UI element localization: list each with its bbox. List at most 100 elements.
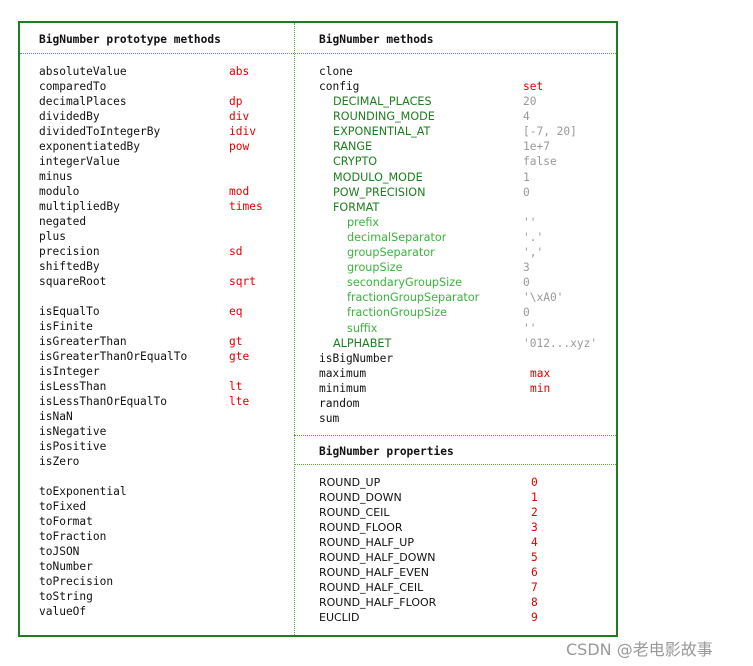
method-name: ROUNDING_MODE [333,110,435,124]
properties-title: BigNumber properties [319,445,454,458]
method-alias: max [530,366,551,380]
property-name: ROUND_HALF_FLOOR [319,596,437,609]
method-name: FORMAT [333,200,380,214]
method-name: POW_PRECISION [333,185,426,199]
method-alias: set [523,80,544,93]
config-default: ',' [523,246,544,259]
method-alias: gte [229,350,250,363]
method-alias: times [229,200,263,213]
method-name: MODULO_MODE [333,170,423,184]
method-name: integerValue [39,155,120,168]
config-default: 3 [523,261,530,275]
watermark: CSDN @老电影故事 [566,640,713,659]
property-name: ROUND_CEIL [319,506,390,519]
method-name: isInteger [39,365,100,378]
property-name: ROUND_FLOOR [319,521,403,534]
methods-title: BigNumber methods [319,33,434,46]
method-name: DECIMAL_PLACES [333,95,432,108]
method-name: negated [39,215,87,228]
method-name: decimalSeparator [347,230,447,244]
method-alias: abs [229,65,250,78]
method-name: comparedTo [39,80,107,93]
method-name: shiftedBy [39,260,100,273]
method-alias: div [229,110,250,123]
method-name: dividedToIntegerBy [39,125,161,138]
property-value: 4 [531,536,538,549]
property-value: 8 [531,596,538,609]
method-name: clone [319,65,353,78]
method-name: decimalPlaces [39,95,127,108]
config-default: '012...xyz' [523,336,598,350]
config-default: 0 [523,276,530,290]
method-name: toJSON [39,545,80,558]
method-name: squareRoot [39,275,107,288]
header-divider [20,53,616,54]
column-divider [294,23,295,635]
properties-top-divider [294,435,616,436]
property-name: ROUND_DOWN [319,491,402,504]
method-name: absoluteValue [39,65,127,78]
config-default: '\xA0' [523,291,564,305]
method-name: config [319,80,360,93]
config-default: 0 [523,185,530,199]
properties-header-divider [294,464,616,465]
method-name: isFinite [39,320,93,333]
method-name: isBigNumber [319,351,394,365]
method-alias: lte [229,395,250,408]
method-name: prefix [347,215,380,229]
method-name: isNegative [39,425,107,438]
config-default: '' [523,321,537,335]
property-name: ROUND_HALF_UP [319,536,414,549]
method-alias: sqrt [229,275,256,288]
method-name: RANGE [333,140,373,154]
config-default: [-7, 20] [523,125,577,139]
method-name: exponentiatedBy [39,140,141,153]
property-value: 6 [531,566,538,579]
method-name: isLessThanOrEqualTo [39,395,167,408]
method-name: dividedBy [39,110,100,123]
method-name: toPrecision [39,575,114,588]
method-name: isGreaterThanOrEqualTo [39,350,188,363]
method-name: suffix [347,321,378,335]
method-alias: idiv [229,125,256,138]
method-name: isLessThan [39,380,107,393]
method-name: EXPONENTIAL_AT [333,125,431,139]
method-name: groupSeparator [347,246,435,259]
method-alias: min [530,381,551,395]
method-name: groupSize [347,261,403,275]
property-name: EUCLID [319,611,360,624]
config-default: false [523,155,557,169]
property-value: 0 [531,476,538,489]
method-name: toFraction [39,530,107,543]
config-default: '.' [523,230,544,244]
method-name: toFixed [39,500,87,513]
method-name: minus [39,170,73,183]
property-value: 1 [531,491,538,504]
property-value: 9 [531,611,538,624]
api-reference-table: BigNumber prototype methods BigNumber me… [18,21,618,637]
method-alias: pow [229,140,250,153]
method-name: toExponential [39,485,127,498]
method-name: toString [39,590,93,603]
property-value: 2 [531,506,538,519]
config-default: 0 [523,306,530,320]
property-name: ROUND_HALF_DOWN [319,551,436,564]
method-name: isGreaterThan [39,335,127,348]
method-alias: dp [229,95,243,108]
method-name: precision [39,245,100,258]
method-name: valueOf [39,605,87,618]
method-name: CRYPTO [333,155,378,169]
method-alias: mod [229,185,250,198]
property-name: ROUND_HALF_CEIL [319,581,424,594]
method-name: modulo [39,185,80,198]
method-name: ALPHABET [333,336,392,350]
property-name: ROUND_UP [319,476,381,489]
method-name: random [319,396,360,410]
method-name: isPositive [39,440,107,453]
method-alias: sd [229,245,243,258]
method-name: toNumber [39,560,93,573]
prototype-methods-title: BigNumber prototype methods [39,33,221,46]
property-value: 7 [531,581,538,594]
method-name: toFormat [39,515,93,528]
property-value: 3 [531,521,538,534]
